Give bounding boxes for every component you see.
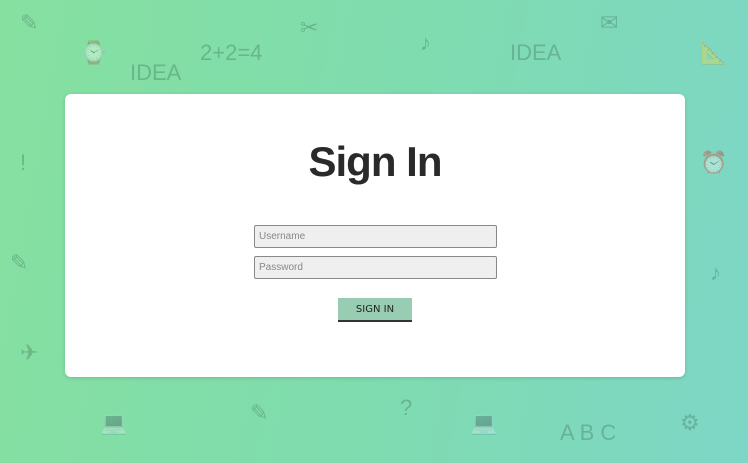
username-input[interactable] [254,225,497,248]
page-title: Sign In [308,138,443,185]
sign-in-button[interactable]: SIGN IN [338,298,412,322]
password-input[interactable] [254,256,497,279]
sign-in-card: Sign In SIGN IN [65,94,685,377]
